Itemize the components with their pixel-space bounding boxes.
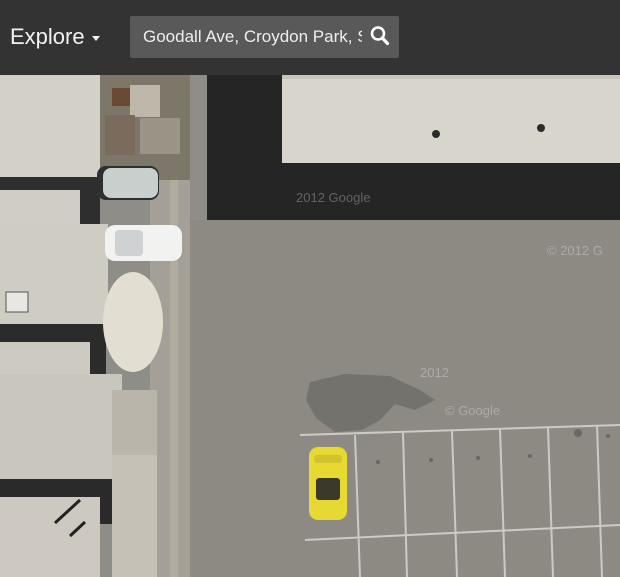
explore-menu[interactable]: Explore (10, 20, 100, 54)
map-watermark: 2012 (420, 365, 449, 380)
search-box (130, 16, 399, 58)
map-watermark: 2012 Google (296, 190, 371, 205)
map-watermark: © Google (445, 403, 501, 418)
caret-down-icon (91, 36, 100, 41)
search-icon[interactable] (369, 25, 391, 47)
top-bar: Explore (0, 0, 620, 75)
explore-label: Explore (10, 24, 85, 49)
search-input[interactable] (130, 16, 362, 58)
satellite-imagery (0, 75, 620, 577)
map-watermark: © 2012 G (547, 243, 603, 258)
satellite-map[interactable]: 2012 Google © 2012 G 2012 © Google (0, 75, 620, 577)
